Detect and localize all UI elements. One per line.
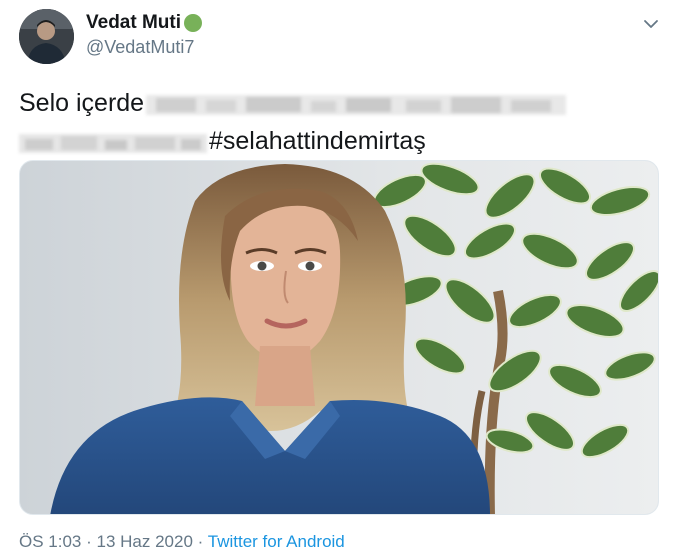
chevron-down-icon[interactable]: [641, 14, 661, 34]
tweet-time[interactable]: ÖS 1:03: [19, 532, 81, 551]
avatar-photo: [19, 9, 74, 64]
redacted-text-block: [19, 129, 207, 155]
tweet-line-1: Selo içerde: [19, 84, 659, 122]
author-name-row[interactable]: Vedat Muti: [86, 12, 203, 34]
green-circle-icon: [184, 14, 203, 32]
author-display-name[interactable]: Vedat Muti: [86, 12, 181, 34]
meta-separator: ·: [86, 532, 92, 551]
tweet-source-link[interactable]: Twitter for Android: [208, 532, 345, 551]
avatar[interactable]: [19, 9, 74, 64]
photo-image: [20, 161, 658, 514]
author-handle[interactable]: @VedatMuti7: [86, 37, 194, 58]
tweet-line-2: #selahattindemirtaş: [19, 122, 659, 160]
tweet-text-start: Selo içerde: [19, 89, 145, 117]
meta-separator: ·: [197, 532, 204, 551]
tweet-media-photo[interactable]: [19, 160, 659, 515]
redacted-text-block: [146, 91, 567, 117]
tweet-meta: ÖS 1:03 · 13 Haz 2020 · Twitter for Andr…: [19, 532, 345, 552]
tweet-date[interactable]: 13 Haz 2020: [97, 532, 193, 551]
tweet-text: Selo içerde #selahattindemirtaş: [19, 84, 659, 160]
hashtag-link[interactable]: #selahattindemirtaş: [209, 127, 426, 155]
